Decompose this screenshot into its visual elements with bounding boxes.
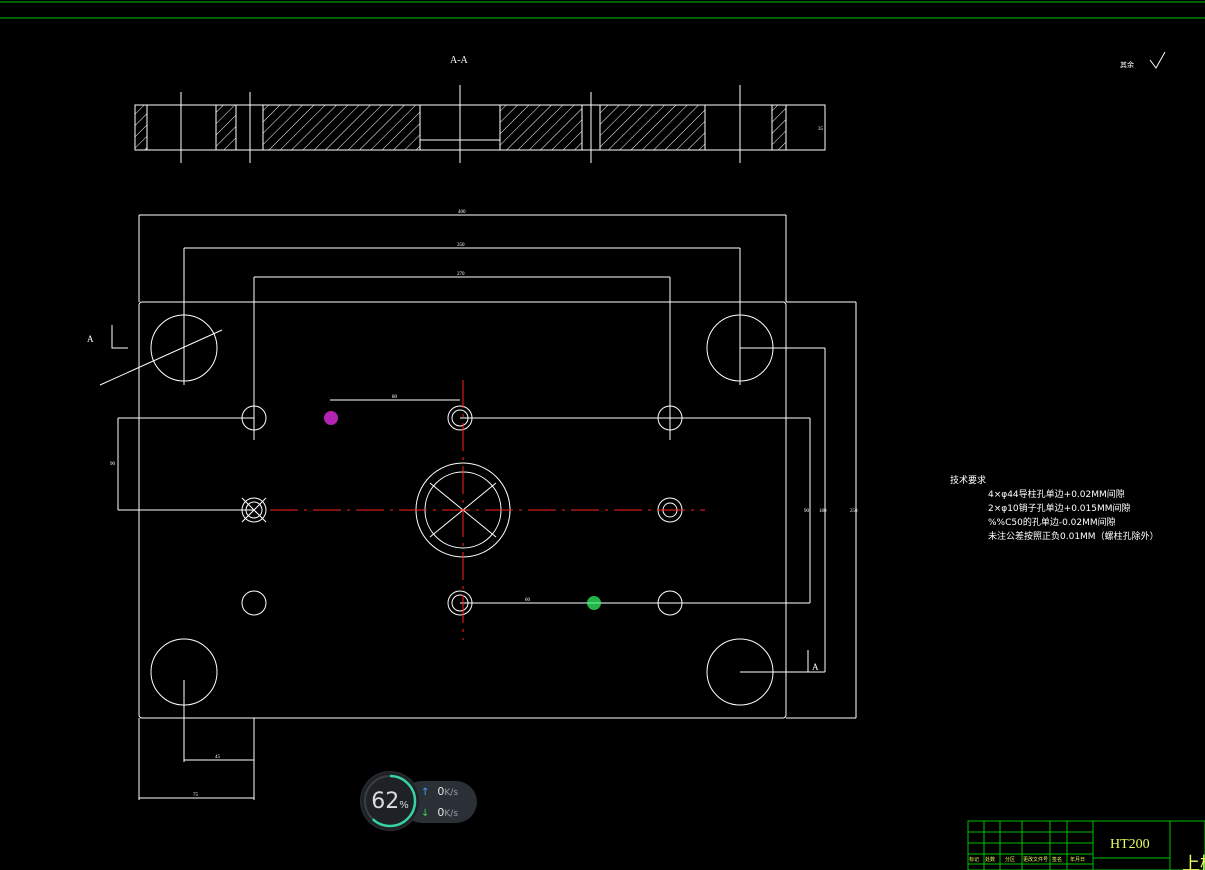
tech-req-title: 技术要求 [950,474,986,486]
network-monitor-widget[interactable]: 62% ↑ 0K/s ↓ 0K/s [361,772,479,832]
dim-small-h: 75 [193,793,199,798]
tb-header: 处数 [985,856,995,863]
dim-mid-h: 60 [525,598,531,603]
dim-right-v3: 250 [850,509,858,514]
tb-header: 更改文件号 [1023,856,1048,863]
dim-guide-span: 350 [457,243,465,248]
upload-arrow-icon: ↑ [421,787,430,798]
netmon-upload-row: ↑ 0K/s [421,785,458,798]
netmon-percent-value: 62 [371,788,400,814]
tb-header: 年月日 [1070,856,1085,863]
dim-small-top: 80 [392,395,398,400]
view-marker-a: A [87,334,94,344]
download-arrow-icon: ↓ [421,808,430,819]
part-name: 上模 [1182,854,1205,870]
roughness-symbol-icon [1149,51,1166,69]
tb-header: 签名 [1052,856,1062,863]
section-view [134,85,826,163]
tech-req-item: 未注公差按照正负0.01MM（螺柱孔除外） [988,530,1159,542]
dim-right-v2: 180 [819,509,827,514]
tb-header: 标记 [969,856,979,863]
tb-header: 分区 [1005,856,1015,863]
dim-small-h2: 45 [215,755,221,760]
upload-rate-unit: K/s [444,788,459,798]
material-label: HT200 [1110,837,1150,852]
dim-right-v1: 90 [804,509,810,514]
view-marker-a-2: A [812,662,819,672]
snap-marker-icon [324,411,338,425]
roughness-note: 其余 [1120,60,1134,69]
snap-marker-icon-2 [587,596,601,610]
netmon-download-row: ↓ 0K/s [421,806,458,819]
tech-requirements: 技术要求 4×φ44导柱孔单边+0.02MM间隙 2×φ10销子孔单边+0.01… [950,474,1159,542]
netmon-percent-unit: % [399,799,409,811]
dim-left-v: 90 [110,462,116,467]
tech-req-item: 2×φ10销子孔单边+0.015MM间隙 [988,502,1131,514]
tech-req-item: %%C50的孔单边-0.02MM间隙 [988,516,1116,528]
dim-overall-width: 400 [458,210,466,215]
cad-drawing-canvas[interactable]: A-A 其余 400 350 270 75 45 80 90 90 180 25… [0,0,1205,870]
title-block [967,820,1205,870]
tech-req-item: 4×φ44导柱孔单边+0.02MM间隙 [988,488,1125,500]
plan-view [99,214,857,800]
netmon-percent: 62% [361,772,419,830]
download-rate-unit: K/s [444,809,459,819]
dim-thickness: 35 [818,127,824,132]
dim-inner-span: 270 [457,272,465,277]
section-label: A-A [450,55,469,66]
